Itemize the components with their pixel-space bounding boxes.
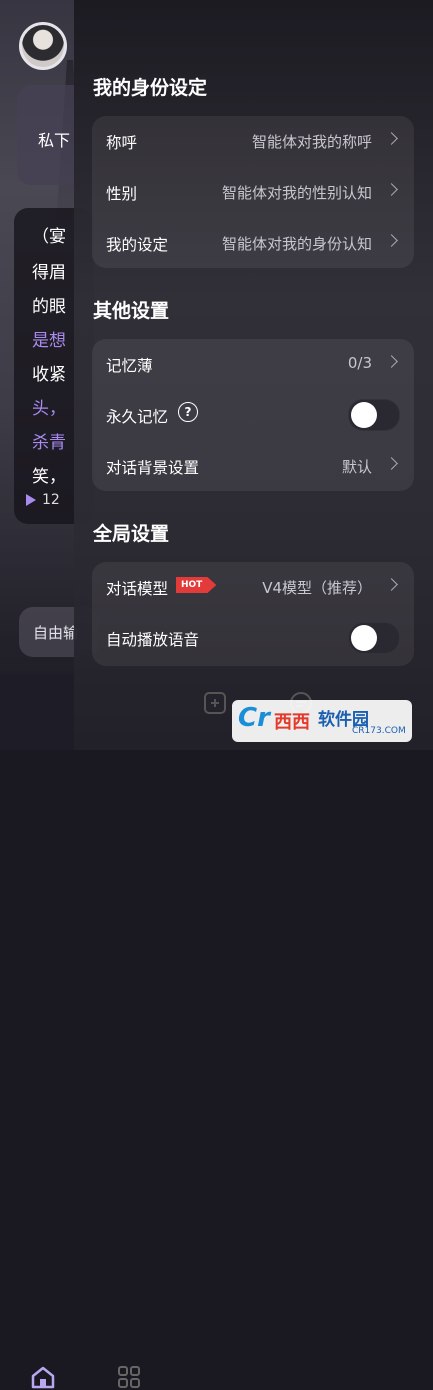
row-label: 永久记忆 (106, 408, 169, 426)
hot-badge: HOT (176, 577, 217, 593)
story-line: 收紧 (32, 365, 66, 385)
row-label: 对话背景设置 (106, 459, 200, 477)
chevron-right-icon (385, 578, 398, 591)
identity-section-title: 我的身份设定 (93, 77, 208, 99)
story-line: （宴 (32, 227, 66, 247)
story-line: 头， (32, 399, 66, 419)
my-persona-row[interactable]: 我的设定 智能体对我的身份认知 (92, 218, 414, 268)
home-icon[interactable] (30, 1364, 56, 1390)
row-label: 记忆薄 (106, 357, 153, 375)
story-line: 的眼 (32, 297, 66, 317)
chat-bubble-text: 私下 (38, 131, 71, 150)
story-line: 笑， (32, 467, 66, 487)
memo-count: 0/3 (347, 354, 372, 372)
chat-model-row[interactable]: 对话模型 HOT V4模型（推荐） (92, 562, 414, 612)
identity-card: 称呼 智能体对我的称呼 性别 智能体对我的性别认知 我的设定 智能体对我的身份认… (92, 116, 414, 268)
row-value: V4模型（推荐） (262, 579, 372, 597)
site-watermark: Cr 西西 软件园 CR173.COM (232, 700, 412, 742)
watermark-logo: Cr (238, 703, 270, 733)
row-label: 对话模型 (106, 580, 169, 598)
discover-icon[interactable] (116, 1364, 142, 1390)
chevron-right-icon (385, 457, 398, 470)
permanent-memory-row: 永久记忆 ? (92, 390, 414, 440)
story-line: 杀青 (32, 433, 66, 453)
chat-background-row[interactable]: 对话背景设置 默认 (92, 441, 414, 491)
settings-drawer: 我的身份设定 称呼 智能体对我的称呼 性别 智能体对我的性别认知 我的设定 智能… (74, 0, 433, 750)
row-label: 称呼 (106, 134, 138, 152)
chevron-right-icon (385, 355, 398, 368)
watermark-logo-cn: 西西 (274, 712, 310, 733)
other-section-title: 其他设置 (93, 300, 170, 322)
story-line: 是想 (32, 331, 66, 351)
permanent-memory-toggle[interactable] (348, 399, 400, 431)
chevron-right-icon (385, 132, 398, 145)
row-label: 我的设定 (106, 236, 169, 254)
story-line: 得眉 (32, 263, 66, 283)
voice-duration: 12 (42, 492, 60, 508)
nickname-row[interactable]: 称呼 智能体对我的称呼 (92, 116, 414, 166)
row-value: 默认 (341, 458, 372, 476)
voice-play-button[interactable]: 12 (26, 492, 60, 508)
row-value: 智能体对我的性别认知 (221, 184, 372, 202)
ai-create-icon[interactable] (202, 690, 228, 716)
help-icon[interactable]: ? (178, 402, 198, 422)
play-icon (26, 494, 36, 506)
row-value: 智能体对我的称呼 (251, 133, 372, 151)
watermark-site: CR173.COM (352, 726, 406, 736)
character-avatar[interactable] (19, 22, 67, 70)
chat-input-placeholder: 自由输 (33, 624, 79, 642)
row-value: 智能体对我的身份认知 (221, 235, 372, 253)
global-card: 对话模型 HOT V4模型（推荐） 自动播放语音 (92, 562, 414, 666)
toggle-knob (351, 402, 377, 428)
autoplay-voice-row: 自动播放语音 (92, 613, 414, 663)
autoplay-voice-toggle[interactable] (348, 622, 400, 654)
global-section-title: 全局设置 (93, 523, 170, 545)
row-label: 性别 (106, 185, 138, 203)
chevron-right-icon (385, 234, 398, 247)
toggle-knob (351, 625, 377, 651)
row-label: 自动播放语音 (106, 631, 200, 649)
other-card: 记忆薄 0/3 永久记忆 ? 对话背景设置 默认 (92, 339, 414, 491)
chevron-right-icon (385, 183, 398, 196)
gender-row[interactable]: 性别 智能体对我的性别认知 (92, 167, 414, 217)
memo-row[interactable]: 记忆薄 0/3 (92, 339, 414, 389)
